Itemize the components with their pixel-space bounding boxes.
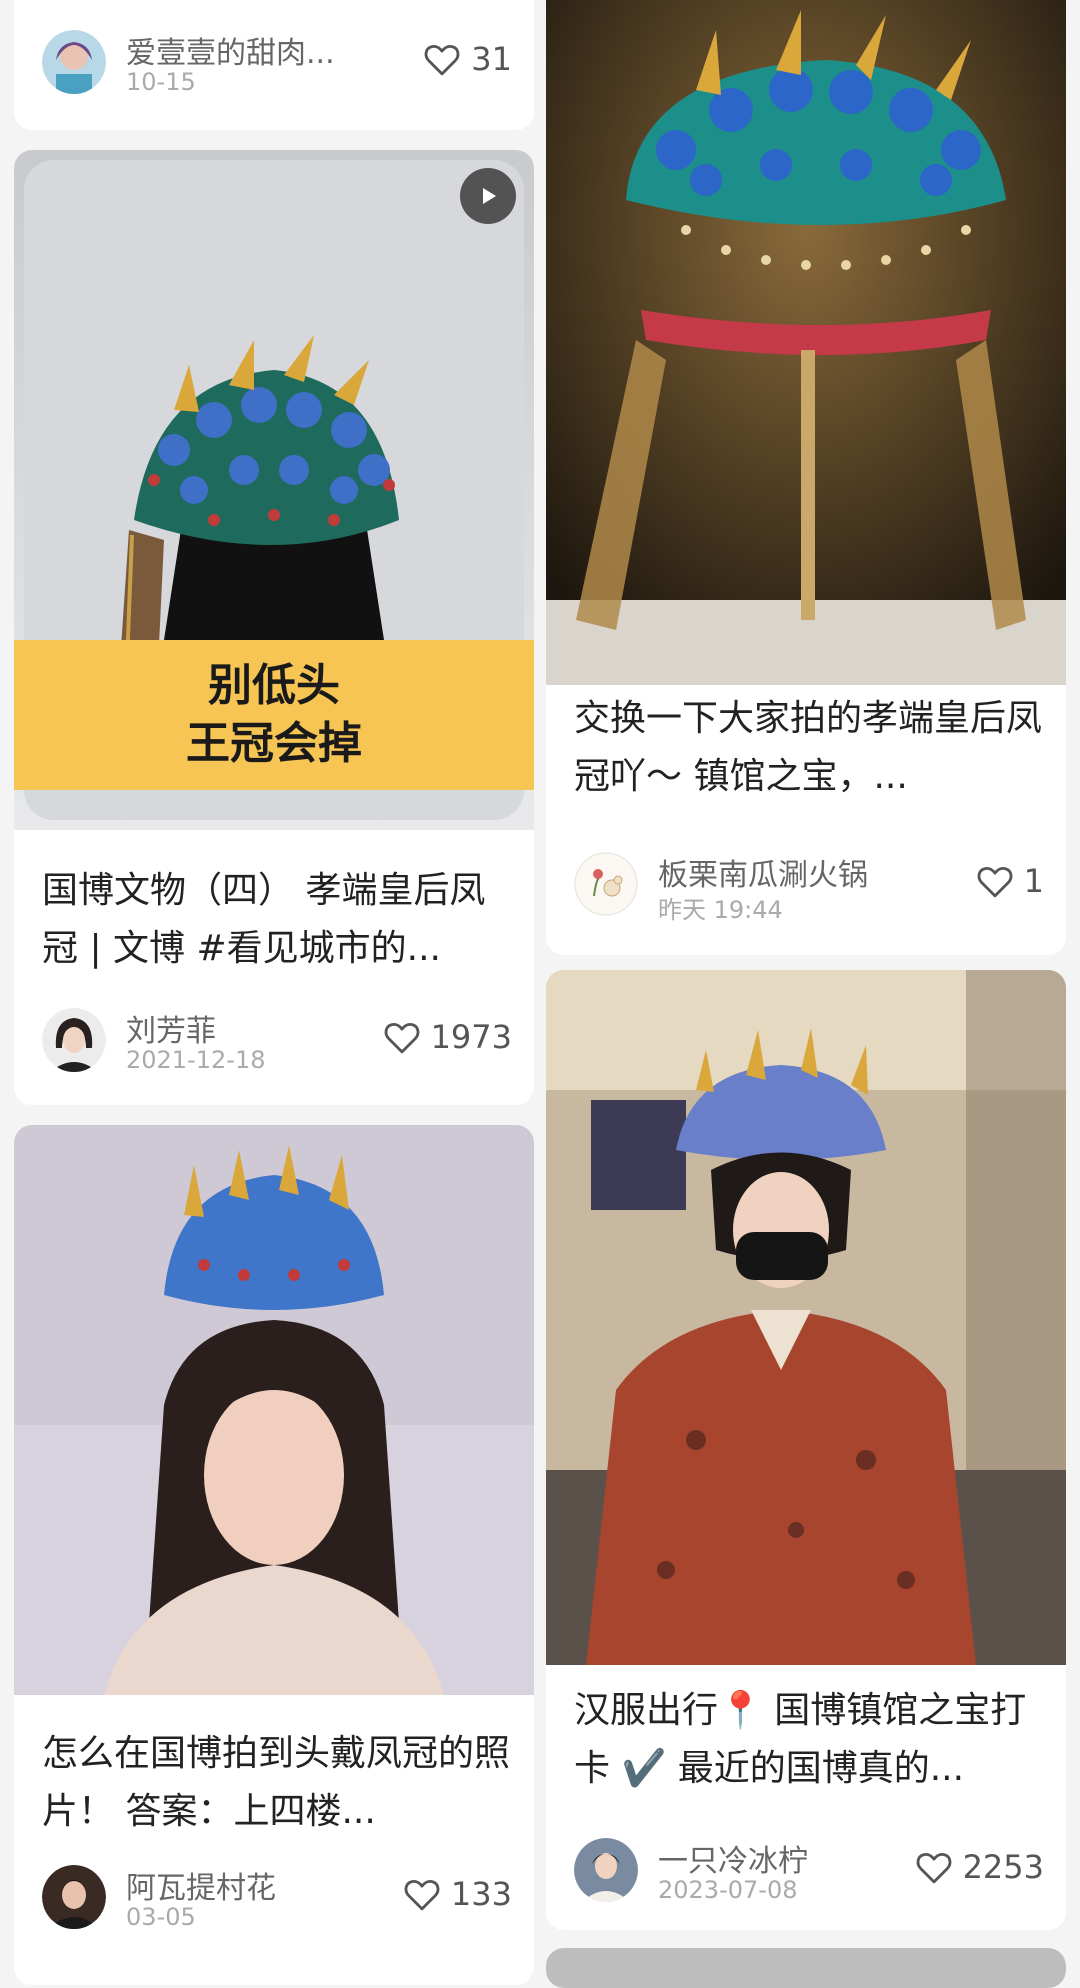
like-count: 31 (471, 40, 512, 78)
post-date: 2023-07-08 (658, 1876, 798, 1904)
author-name[interactable]: 刘芳菲 (126, 1006, 216, 1050)
post-date: 2021-12-18 (126, 1046, 266, 1074)
feed-card-5[interactable] (546, 1948, 1066, 1988)
post-date: 03-05 (126, 1903, 196, 1931)
play-icon[interactable] (460, 168, 516, 224)
card-meta: 板栗南瓜涮火锅 昨天 19:44 1 (574, 850, 1044, 924)
post-image[interactable]: 别低头 王冠会掉 (14, 150, 534, 830)
post-image[interactable] (14, 1125, 534, 1695)
post-image[interactable] (546, 970, 1066, 1665)
avatar[interactable] (42, 1865, 106, 1929)
feed-card-4[interactable]: 汉服出行📍 国博镇馆之宝打卡 ✔️ 最近的国博真的... 一只冷冰柠 2023-… (546, 970, 1066, 1930)
like-count: 133 (450, 1875, 512, 1913)
feed-card-3[interactable]: 交换一下大家拍的孝端皇后凤冠吖～ 镇馆之宝，... 板栗南瓜涮火锅 昨天 19:… (546, 0, 1066, 955)
author-name[interactable]: 阿瓦提村花 (126, 1863, 276, 1907)
post-image[interactable] (546, 1948, 1066, 1988)
like-button[interactable]: 31 (421, 38, 512, 80)
image-caption-banner: 别低头 王冠会掉 (14, 640, 534, 790)
like-button[interactable]: 133 (401, 1873, 512, 1915)
like-button[interactable]: 1 (974, 860, 1044, 902)
avatar[interactable] (42, 30, 106, 94)
post-date: 10-15 (126, 68, 196, 96)
heart-outline-icon (384, 1023, 419, 1054)
avatar[interactable] (42, 1008, 106, 1072)
heart-outline-icon (404, 1880, 440, 1911)
avatar[interactable] (574, 852, 638, 916)
post-title[interactable]: 交换一下大家拍的孝端皇后凤冠吖～ 镇馆之宝，... (574, 690, 1044, 806)
card-meta: 刘芳菲 2021-12-18 1973 (42, 1008, 512, 1078)
like-button[interactable]: 1973 (381, 1016, 512, 1058)
post-title[interactable]: 国博文物（四） 孝端皇后凤冠 | 文博 #看见城市的... (42, 862, 512, 978)
card-meta: 一只冷冰柠 2023-07-08 2253 (574, 1838, 1044, 1908)
banner-line-2: 王冠会掉 (186, 718, 362, 769)
post-title[interactable]: 汉服出行📍 国博镇馆之宝打卡 ✔️ 最近的国博真的... (574, 1682, 1044, 1798)
heart-outline-icon (916, 1853, 951, 1884)
heart-outline-icon (424, 45, 460, 76)
post-image[interactable] (546, 0, 1066, 685)
feed-card-0[interactable]: 爱壹壹的甜肉... 10-15 31 (14, 0, 534, 130)
like-count: 1 (1023, 862, 1044, 900)
author-name[interactable]: 爱壹壹的甜肉... (126, 28, 335, 72)
heart-outline-icon (977, 867, 1013, 898)
avatar[interactable] (574, 1838, 638, 1902)
like-count: 1973 (430, 1018, 512, 1056)
like-count: 2253 (962, 1848, 1044, 1886)
post-date: 昨天 19:44 (658, 896, 783, 924)
feed-card-2[interactable]: 怎么在国博拍到头戴凤冠的照片！ 答案：上四楼... 阿瓦提村花 03-05 13… (14, 1125, 534, 1985)
feed-card-1[interactable]: 别低头 王冠会掉 国博文物（四） 孝端皇后凤冠 | 文博 #看见城市的... 刘… (14, 150, 534, 1105)
post-title[interactable]: 怎么在国博拍到头戴凤冠的照片！ 答案：上四楼... (42, 1725, 512, 1841)
author-name[interactable]: 一只冷冰柠 (658, 1836, 808, 1880)
author-name[interactable]: 板栗南瓜涮火锅 (658, 850, 868, 894)
card-meta: 阿瓦提村花 03-05 133 (42, 1865, 512, 1935)
like-button[interactable]: 2253 (913, 1846, 1044, 1888)
card-meta: 爱壹壹的甜肉... 10-15 31 (42, 30, 512, 100)
banner-line-1: 别低头 (208, 660, 340, 711)
